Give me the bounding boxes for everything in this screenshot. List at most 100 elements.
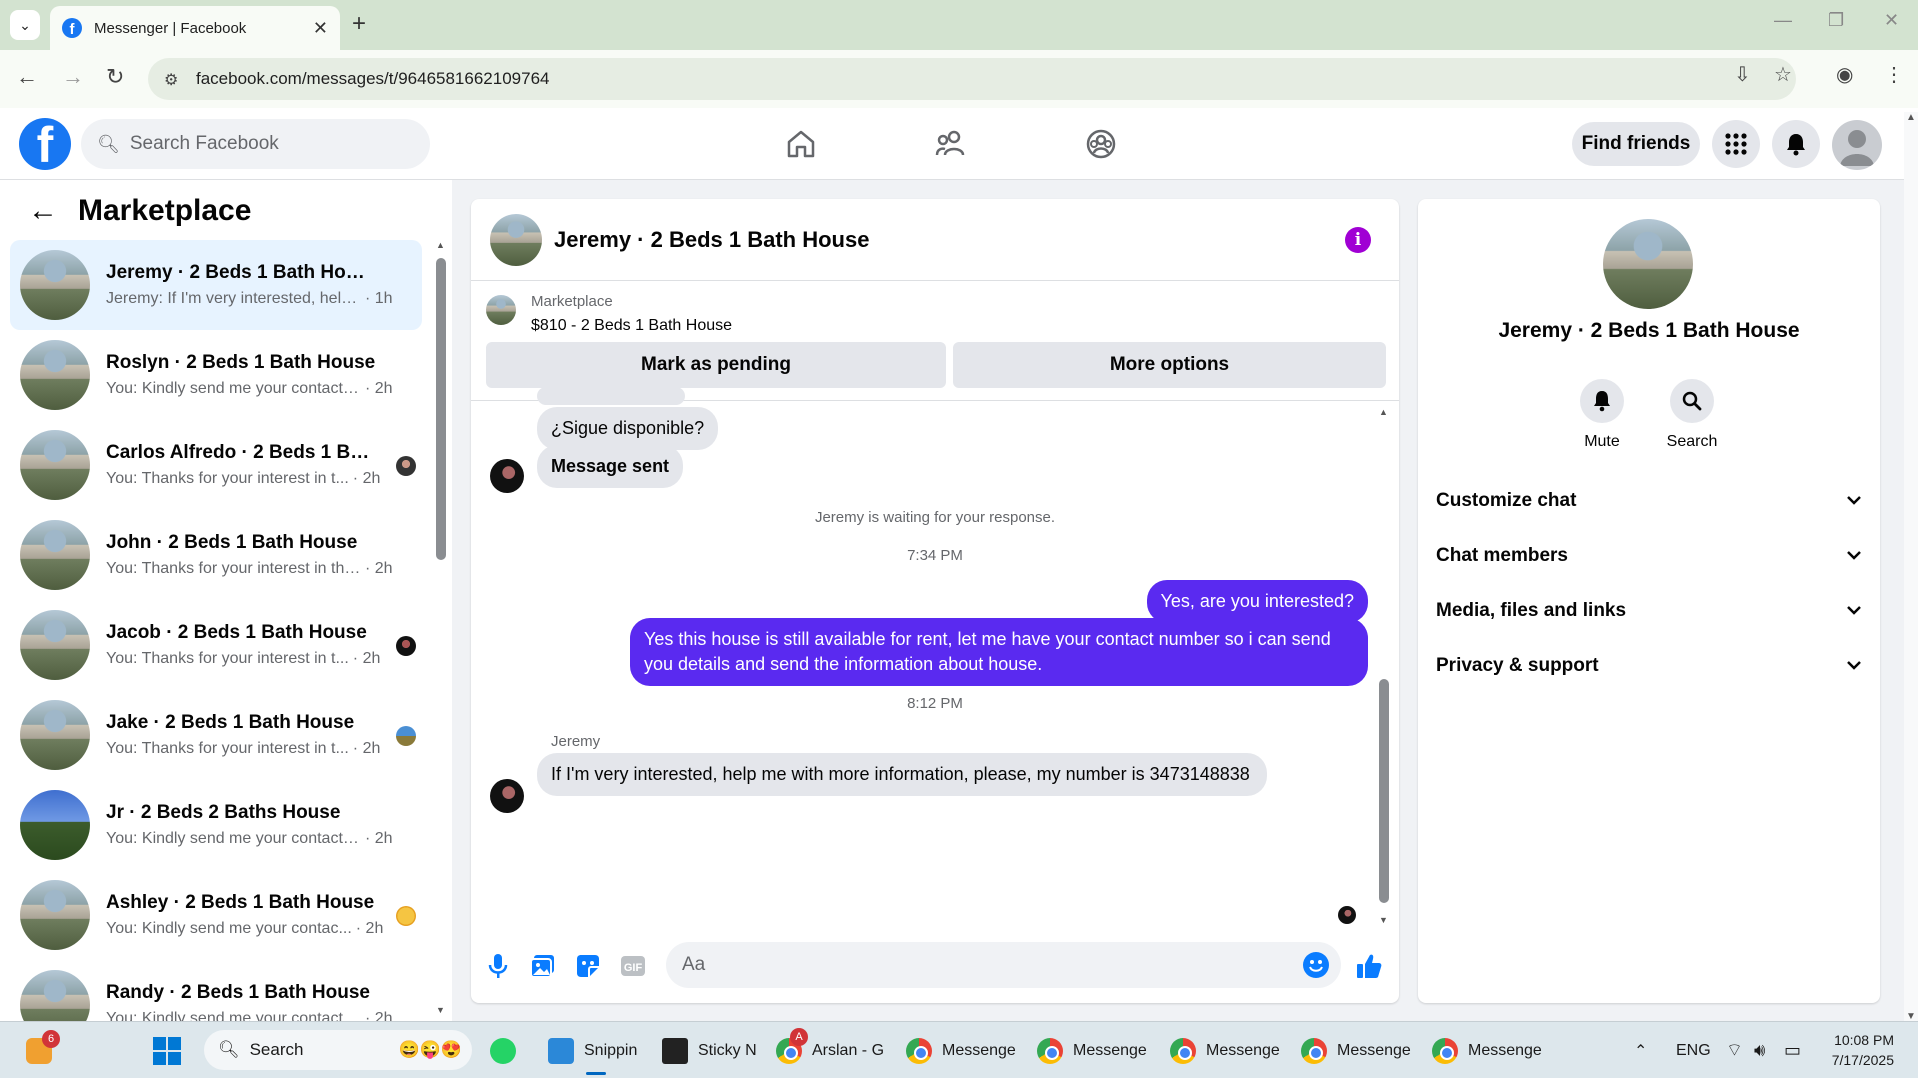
new-tab-icon[interactable]: + (352, 10, 366, 38)
emoji-icon[interactable] (1303, 952, 1329, 978)
listing-title[interactable]: $810 - 2 Beds 1 Bath House (531, 317, 732, 335)
groups-icon[interactable] (1081, 124, 1121, 164)
battery-icon[interactable]: ▭ (1784, 1022, 1801, 1078)
conversation-preview: You: Thanks for your interest in t... (106, 470, 349, 487)
privacy-support-row[interactable]: Privacy & support (1436, 646, 1862, 686)
mute-label: Mute (1584, 433, 1620, 450)
widgets-button[interactable]: 6 (26, 1022, 62, 1078)
conversation-item[interactable]: John · 2 Beds 1 Bath House You: Thanks fo… (10, 510, 422, 600)
sidebar-scroll-down-icon[interactable]: ▼ (436, 1005, 445, 1015)
notification-count-badge: 6 (42, 1030, 60, 1048)
taskbar-app-messenger-2[interactable]: Messenge (1037, 1022, 1147, 1078)
bookmark-star-icon[interactable]: ☆ (1774, 62, 1792, 87)
wifi-icon[interactable]: ⌔ (1726, 1022, 1743, 1078)
close-tab-icon[interactable]: ✕ (313, 18, 328, 39)
media-files-links-row[interactable]: Media, files and links (1436, 591, 1862, 631)
taskbar-app-snipping[interactable]: Snippin (548, 1022, 644, 1078)
tab-search-dropdown[interactable]: ⌄ (10, 10, 40, 40)
seen-by-avatar (396, 636, 416, 656)
whatsapp-app[interactable] (490, 1022, 526, 1078)
microphone-icon[interactable] (483, 951, 513, 981)
site-info-icon[interactable]: ⚙ (164, 70, 178, 90)
friends-icon[interactable] (931, 124, 971, 164)
like-thumb-icon[interactable] (1354, 951, 1384, 981)
taskbar-app-messenger-4[interactable]: Messenge (1301, 1022, 1411, 1078)
chat-members-row[interactable]: Chat members (1436, 536, 1862, 576)
photo-icon[interactable] (528, 951, 558, 981)
conversation-name: Randy · 2 Beds 1 Bath House (106, 982, 370, 1003)
taskbar-app-messenger-1[interactable]: Messenge (906, 1022, 1016, 1078)
conversation-time: · 2h (352, 470, 381, 487)
conversation-details-panel: Jeremy · 2 Beds 1 Bath House Mute Search… (1418, 199, 1880, 1003)
url-field[interactable]: ⚙ facebook.com/messages/t/96465816621097… (148, 58, 1796, 100)
conversation-preview: You: Thanks for your interest in t... (106, 740, 349, 757)
outgoing-message-bubble[interactable]: Yes this house is still available for re… (630, 618, 1368, 686)
system-clock[interactable]: 10:08 PM 7/17/2025 (1832, 1030, 1894, 1070)
menu-grid-icon[interactable] (1712, 120, 1760, 168)
mute-button[interactable]: Mute (1567, 379, 1637, 451)
conversation-item[interactable]: Roslyn · 2 Beds 1 Bath House You: Kindly … (10, 330, 422, 420)
conversation-time: · 2h (352, 740, 381, 757)
facebook-search-input[interactable]: 🔍︎ Search Facebook (81, 119, 430, 169)
back-icon[interactable]: ← (16, 64, 38, 90)
profile-icon[interactable]: ◉ (1836, 62, 1853, 87)
chevron-down-icon (1846, 492, 1862, 510)
find-friends-button[interactable]: Find friends (1572, 122, 1700, 166)
forward-icon[interactable]: → (62, 64, 84, 90)
conversation-info-icon[interactable]: i (1345, 227, 1371, 253)
conversation-item[interactable]: Jeremy · 2 Beds 1 Bath House Jeremy: If I… (10, 240, 422, 330)
sidebar-scrollbar[interactable]: ▲ (436, 240, 446, 740)
conversation-item[interactable]: Randy · 2 Beds 1 Bath House You: Kindly s… (10, 960, 422, 1021)
more-options-button[interactable]: More options (953, 342, 1386, 388)
menu-kebab-icon[interactable]: ⋮ (1884, 62, 1904, 87)
taskbar-app-messenger-3[interactable]: Messenge (1170, 1022, 1280, 1078)
input-language[interactable]: ENG (1676, 1022, 1711, 1078)
message-bubble[interactable]: If I'm very interested, help me with mor… (537, 753, 1267, 796)
conversation-item[interactable]: Ashley · 2 Beds 1 Bath House You: Kindly … (10, 870, 422, 960)
sender-avatar[interactable] (490, 779, 524, 813)
install-app-icon[interactable]: ⇩ (1734, 62, 1751, 87)
customize-chat-row[interactable]: Customize chat (1436, 481, 1862, 521)
page-scrollbar[interactable]: ▲ ▼ (1904, 112, 1918, 1022)
conversation-name: Carlos Alfredo · 2 Beds 1 Bath ... (106, 442, 376, 463)
taskbar-search[interactable]: 🔍︎ Search 😄😜😍 (204, 1030, 472, 1070)
conversation-item[interactable]: Carlos Alfredo · 2 Beds 1 Bath ... You: T… (10, 420, 422, 510)
conversation-item[interactable]: Jr · 2 Beds 2 Baths House You: Kindly sen… (10, 780, 422, 870)
bell-icon (1580, 379, 1624, 423)
conversation-preview: You: Kindly send me your contact n... (106, 380, 361, 397)
back-arrow-icon[interactable]: ← (28, 194, 58, 228)
conversation-name: Jacob · 2 Beds 1 Bath House (106, 622, 367, 643)
browser-tab[interactable]: f Messenger | Facebook ✕ (50, 6, 340, 50)
message-input[interactable]: Aa (666, 942, 1341, 988)
restore-icon[interactable]: ❐ (1828, 10, 1844, 31)
outgoing-message-bubble[interactable]: Yes, are you interested? (1146, 580, 1368, 623)
notifications-bell-icon[interactable] (1772, 120, 1820, 168)
home-icon[interactable] (781, 124, 821, 164)
message-bubble[interactable]: Message sent (537, 445, 684, 488)
start-button[interactable] (152, 1022, 182, 1078)
listing-thumbnail[interactable] (486, 295, 516, 325)
facebook-logo-icon[interactable]: f (19, 118, 71, 170)
taskbar-app-sticky-notes[interactable]: Sticky N (662, 1022, 757, 1078)
message-bubble[interactable]: ¿Sigue disponible? (537, 407, 719, 450)
conversation-item[interactable]: Jake · 2 Beds 1 Bath House You: Thanks fo… (10, 690, 422, 780)
taskbar-app-messenger-5[interactable]: Messenge (1432, 1022, 1542, 1078)
reload-icon[interactable]: ↻ (106, 64, 124, 90)
chat-avatar[interactable] (490, 213, 542, 266)
sender-avatar[interactable] (490, 459, 524, 493)
taskbar-app-chrome-arslan[interactable]: A Arslan - G (776, 1022, 884, 1078)
minimize-icon[interactable]: — (1774, 10, 1792, 31)
mark-as-pending-button[interactable]: Mark as pending (486, 342, 946, 388)
sticker-icon[interactable] (573, 951, 603, 981)
chat-title[interactable]: Jeremy · 2 Beds 1 Bath House (554, 227, 869, 253)
close-window-icon[interactable]: ✕ (1884, 10, 1899, 31)
search-in-conversation-button[interactable]: Search (1657, 379, 1727, 451)
conversation-item[interactable]: Jacob · 2 Beds 1 Bath House You: Thanks f… (10, 600, 422, 690)
volume-icon[interactable]: 🔊︎ (1754, 1022, 1765, 1078)
gif-icon[interactable]: GIF (618, 951, 648, 981)
account-avatar[interactable] (1832, 120, 1882, 170)
chat-scrollbar[interactable]: ▲ ▼ (1379, 407, 1389, 927)
chat-panel: Jeremy · 2 Beds 1 Bath House i Marketpla… (471, 199, 1399, 1003)
show-hidden-icons-chevron-icon[interactable]: ⌃ (1634, 1022, 1647, 1078)
details-avatar[interactable] (1603, 219, 1693, 309)
